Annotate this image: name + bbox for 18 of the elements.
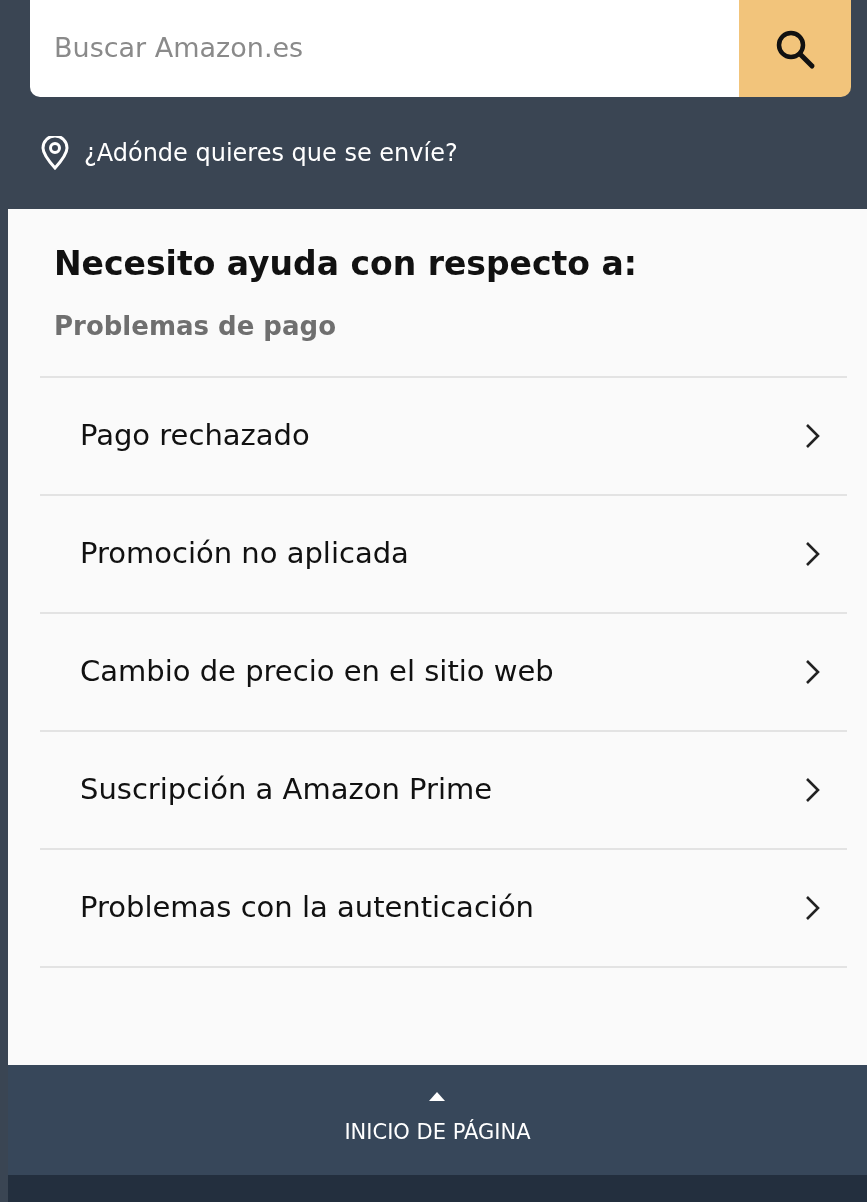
back-to-top-link[interactable]: INICIO DE PÁGINA	[344, 1091, 531, 1149]
delivery-location-link[interactable]: ¿Adónde quieres que se envíe?	[84, 135, 458, 171]
chevron-right-icon	[805, 658, 821, 685]
help-topic-item[interactable]: Pago rechazado	[40, 375, 847, 494]
search-button[interactable]	[739, 0, 851, 97]
chevron-right-icon	[805, 422, 821, 449]
help-topic-item[interactable]: Problemas con la autenticación	[40, 847, 847, 966]
help-subtitle: Problemas de pago	[54, 309, 337, 343]
help-topic-item[interactable]: Suscripción a Amazon Prime	[40, 729, 847, 848]
chevron-right-icon	[805, 894, 821, 921]
chevron-right-icon	[805, 540, 821, 567]
help-heading: Necesito ayuda con respecto a:	[54, 243, 638, 285]
help-topic-item[interactable]: Promoción no aplicada	[40, 493, 847, 612]
search-field[interactable]: Buscar Amazon.es	[30, 0, 739, 97]
location-pin-icon	[40, 136, 70, 170]
chevron-right-icon	[805, 776, 821, 803]
caret-up-icon	[429, 1091, 446, 1101]
help-topic-item[interactable]: Cambio de precio en el sitio web	[40, 611, 847, 730]
